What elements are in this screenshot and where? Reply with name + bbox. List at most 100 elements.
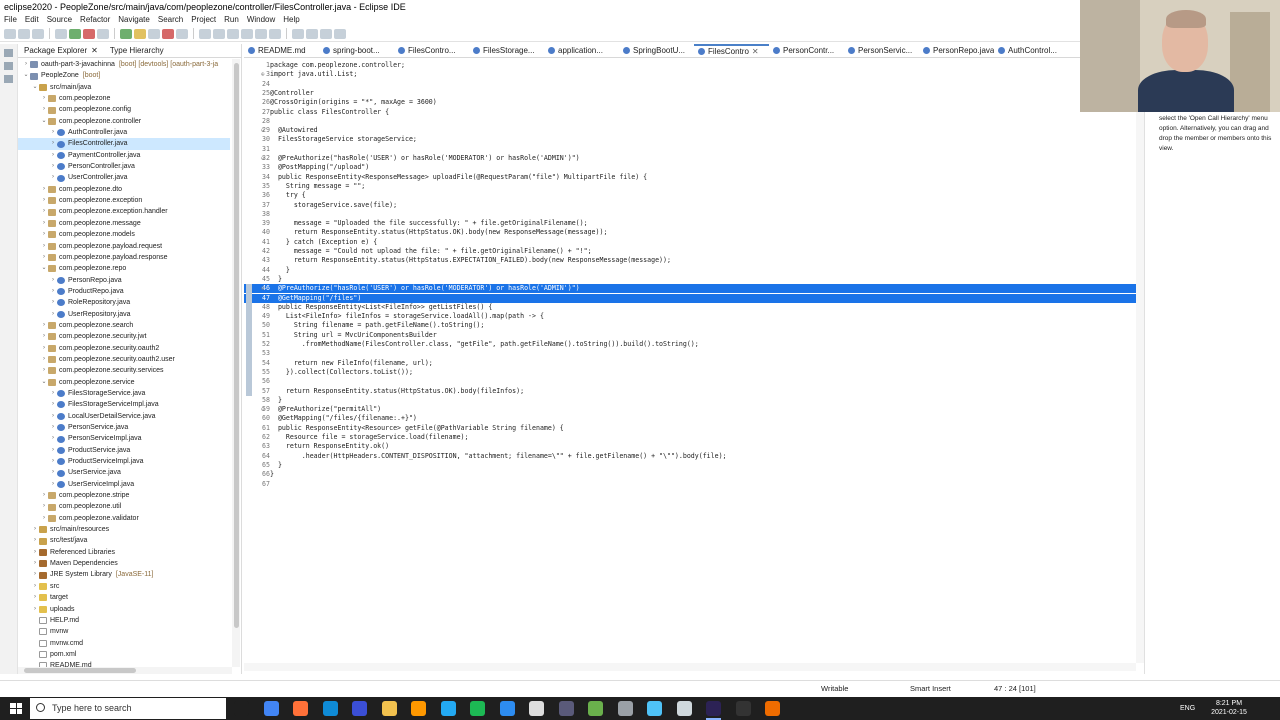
code-line[interactable]: 29 ⊖ @Autowired — [244, 126, 1138, 135]
toolbar-action-icon[interactable] — [227, 28, 239, 39]
code-line[interactable]: 33 @PostMapping("/upload") — [244, 163, 1138, 172]
expand-toggle-icon[interactable]: › — [40, 343, 48, 354]
expand-toggle-icon[interactable]: › — [40, 513, 48, 524]
code-line[interactable]: 59 ⊖ @PreAuthorize("permitAll") — [244, 405, 1138, 414]
tree-item[interactable]: › UserServiceImpl.java — [18, 479, 230, 490]
start-button[interactable] — [10, 703, 22, 714]
expand-toggle-icon[interactable]: › — [49, 479, 57, 490]
expand-toggle-icon[interactable]: › — [49, 172, 57, 183]
code-line[interactable]: 1 package com.peoplezone.controller; — [244, 61, 1138, 70]
tree-item[interactable]: › com.peoplezone.security.jwt — [18, 331, 230, 342]
tree-item[interactable]: › com.peoplezone.models — [18, 229, 230, 240]
expand-toggle-icon[interactable]: › — [49, 456, 57, 467]
tree-vertical-scrollbar[interactable] — [232, 59, 240, 667]
expand-toggle-icon[interactable]: › — [49, 388, 57, 399]
close-icon[interactable]: ✕ — [91, 44, 98, 57]
toolbar-action-icon[interactable] — [320, 28, 332, 39]
toolbar-action-icon[interactable] — [199, 28, 211, 39]
code-line[interactable]: 34 public ResponseEntity<ResponseMessage… — [244, 173, 1138, 182]
clock[interactable]: 8:21 PM 2021-02-15 — [1205, 699, 1253, 717]
expand-toggle-icon[interactable]: › — [40, 241, 48, 252]
menu-edit[interactable]: Edit — [21, 14, 43, 26]
code-line[interactable]: 40 return ResponseEntity.status(HttpStat… — [244, 228, 1138, 237]
code-line[interactable]: 52 .fromMethodName(FilesController.class… — [244, 340, 1138, 349]
code-line[interactable]: 46 ⊖ @PreAuthorize("hasRole('USER') or ha… — [244, 284, 1138, 294]
tree-item[interactable]: › ProductServiceImpl.java — [18, 456, 230, 467]
edge-icon[interactable] — [322, 701, 338, 716]
tree-item[interactable]: › FilesController.java — [18, 138, 230, 150]
app-green-icon[interactable] — [588, 701, 603, 716]
fold-toggle-icon[interactable]: ⊖ — [261, 154, 269, 163]
tree-item[interactable]: pom.xml — [18, 649, 230, 660]
tree-item[interactable]: › com.peoplezone.config — [18, 104, 230, 115]
tree-item[interactable]: › com.peoplezone.util — [18, 501, 230, 512]
firefox-icon[interactable] — [293, 701, 308, 716]
task-view-icon[interactable] — [234, 701, 249, 716]
tree-item[interactable]: › com.peoplezone.security.services — [18, 365, 230, 376]
toolbar-action-icon[interactable] — [120, 28, 132, 39]
menu-project[interactable]: Project — [187, 14, 220, 26]
editor-tab[interactable]: FilesContro... — [394, 44, 469, 57]
expand-toggle-icon[interactable]: › — [40, 252, 48, 263]
code-line[interactable]: 64 .header(HttpHeaders.CONTENT_DISPOSITI… — [244, 452, 1138, 461]
app-blue-icon[interactable] — [499, 701, 515, 716]
editor-tab[interactable]: FilesStorage... — [469, 44, 544, 57]
expand-toggle-icon[interactable]: › — [49, 422, 57, 433]
expand-toggle-icon[interactable]: › — [31, 604, 39, 615]
expand-toggle-icon[interactable]: ⌄ — [40, 116, 48, 127]
close-icon[interactable]: ✕ — [752, 46, 759, 57]
tree-item[interactable]: › PaymentController.java — [18, 150, 230, 161]
expand-toggle-icon[interactable]: › — [40, 354, 48, 365]
code-line[interactable]: 66} — [244, 470, 1138, 479]
code-line[interactable]: 56 — [244, 377, 1138, 386]
code-line[interactable]: 37 storageService.save(file); — [244, 201, 1138, 210]
menu-window[interactable]: Window — [243, 14, 279, 26]
expand-toggle-icon[interactable]: › — [31, 592, 39, 603]
expand-toggle-icon[interactable]: › — [31, 524, 39, 535]
expand-toggle-icon[interactable]: › — [40, 229, 48, 240]
tree-item[interactable]: › com.peoplezone.message — [18, 218, 230, 229]
expand-toggle-icon[interactable]: › — [40, 218, 48, 229]
vscode-icon[interactable] — [440, 701, 456, 716]
editor-tab[interactable]: spring-boot... — [319, 44, 394, 57]
expand-toggle-icon[interactable]: › — [40, 184, 48, 195]
fold-toggle-icon[interactable]: ⊖ — [261, 284, 269, 293]
terminal-icon[interactable] — [735, 701, 751, 716]
code-line[interactable]: 48 public ResponseEntity<List<FileInfo>>… — [244, 303, 1138, 312]
code-line[interactable]: 51 String url = MvcUriComponentsBuilder — [244, 331, 1138, 340]
menu-navigate[interactable]: Navigate — [114, 14, 154, 26]
tree-item[interactable]: › com.peoplezone.dto — [18, 184, 230, 195]
expand-toggle-icon[interactable]: › — [49, 150, 57, 161]
tree-item[interactable]: › PersonServiceImpl.java — [18, 433, 230, 444]
app-settings-icon[interactable] — [676, 701, 692, 716]
code-line[interactable]: 3 ⊕ import java.util.List; — [244, 70, 1138, 79]
expand-toggle-icon[interactable]: › — [49, 411, 57, 422]
code-line[interactable]: 28 — [244, 117, 1138, 126]
tree-item[interactable]: › com.peoplezone.exception — [18, 195, 230, 206]
expand-toggle-icon[interactable]: › — [40, 365, 48, 376]
outline-icon[interactable] — [4, 75, 13, 83]
code-area[interactable]: 1 package com.peoplezone.controller; 3 ⊕ imp… — [244, 59, 1140, 663]
tree-item[interactable]: › com.peoplezone.payload.response — [18, 252, 230, 263]
tree-item[interactable]: › AuthController.java — [18, 127, 230, 138]
tree-item[interactable]: › ProductRepo.java — [18, 286, 230, 297]
toolbar-action-icon[interactable] — [334, 28, 346, 39]
code-line[interactable]: 42 message = "Could not upload the file:… — [244, 247, 1138, 256]
expand-toggle-icon[interactable]: › — [40, 206, 48, 217]
app-cyan-icon[interactable] — [647, 701, 662, 716]
code-line[interactable]: 54 return new FileInfo(filename, url); — [244, 359, 1138, 368]
menu-run[interactable]: Run — [220, 14, 243, 26]
tree-item[interactable]: › com.peoplezone.exception.handler — [18, 206, 230, 217]
editor-tab[interactable]: README.md — [244, 44, 319, 57]
code-line[interactable]: 39 message = "Uploaded the file successf… — [244, 219, 1138, 228]
file-explorer-icon[interactable] — [381, 701, 397, 716]
code-line[interactable]: 43 return ResponseEntity.status(HttpStat… — [244, 256, 1138, 265]
expand-toggle-icon[interactable]: › — [49, 127, 57, 138]
menu-source[interactable]: Source — [43, 14, 76, 26]
code-line[interactable]: 57 return ResponseEntity.status(HttpStat… — [244, 387, 1138, 396]
tree-item[interactable]: › RoleRepository.java — [18, 297, 230, 308]
expand-toggle-icon[interactable]: › — [49, 433, 57, 444]
menu-refactor[interactable]: Refactor — [76, 14, 114, 26]
menu-help[interactable]: Help — [279, 14, 303, 26]
code-line[interactable]: 27 public class FilesController { — [244, 108, 1138, 117]
